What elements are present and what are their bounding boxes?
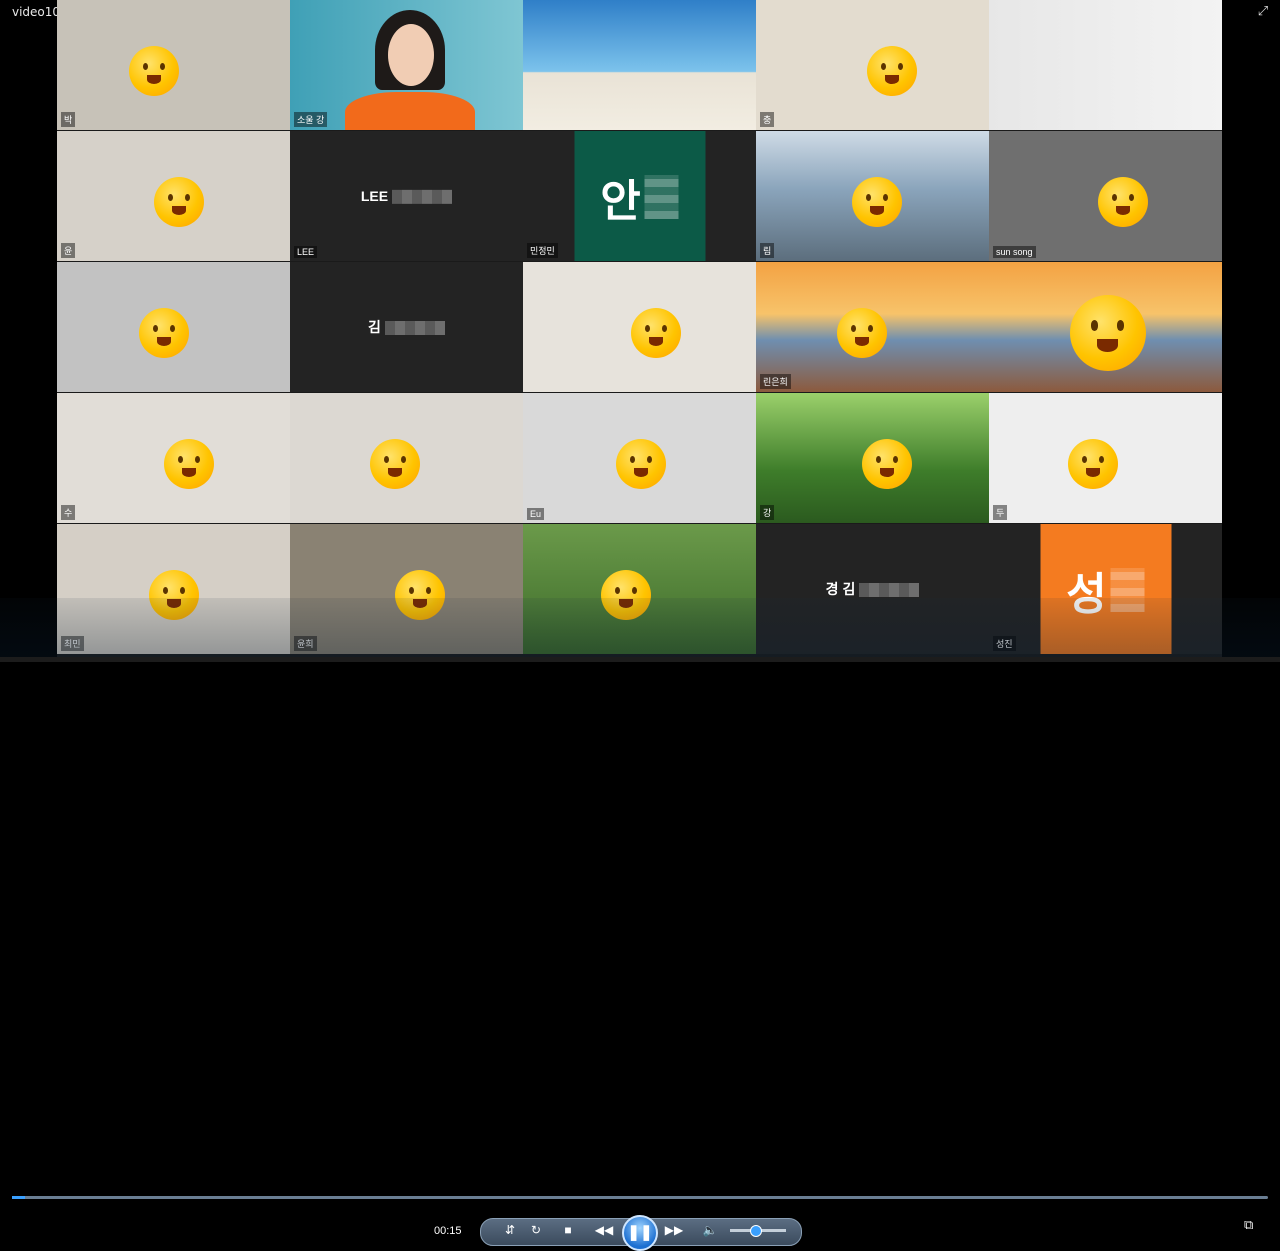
emoji-face-cover <box>153 176 204 227</box>
blurred-text <box>859 583 920 598</box>
participant-name-label: 강 <box>760 505 775 520</box>
emoji-face-cover <box>138 307 189 358</box>
emoji-eye <box>194 455 200 463</box>
participant-name-label: 림 <box>760 243 775 258</box>
emoji-eye <box>425 586 431 594</box>
participant-name-center: LEE <box>290 188 523 205</box>
shuffle-icon[interactable]: ⇵ <box>500 1220 520 1240</box>
participant-tile <box>290 393 523 523</box>
emoji-eye <box>661 324 667 332</box>
participant-tile: 소울 강 <box>290 0 523 130</box>
participant-avatar: 안 <box>574 131 705 261</box>
pause-button[interactable]: ❚❚ <box>622 1215 658 1251</box>
emoji-face-cover <box>128 45 179 96</box>
participant-tile: 두 <box>989 393 1222 523</box>
seek-bar[interactable] <box>12 1196 1268 1199</box>
emoji-eye <box>159 62 165 70</box>
participant-tile: 수 <box>57 393 290 523</box>
person-face <box>388 24 434 86</box>
blurred-text <box>384 321 445 336</box>
emoji-face-cover <box>861 438 912 489</box>
volume-icon[interactable]: 🔈 <box>700 1220 720 1240</box>
participant-name-center: 경 김 <box>756 579 989 599</box>
fast-forward-icon[interactable]: ▶▶ <box>662 1220 686 1240</box>
emoji-eye <box>892 455 898 463</box>
emoji-face-cover <box>1067 438 1118 489</box>
participant-name-label: 수 <box>61 505 76 520</box>
blurred-text <box>644 174 679 219</box>
taskbar-strip <box>0 657 1280 662</box>
participant-tile: 린은희 <box>756 262 989 392</box>
participant-name-label: 린은희 <box>760 374 791 389</box>
participant-tile: Eu <box>523 393 756 523</box>
emoji-eye <box>631 586 637 594</box>
participant-tile: 윤 <box>57 131 290 261</box>
participant-tile <box>57 262 290 392</box>
emoji-eye <box>184 193 190 201</box>
emoji-face-cover <box>630 307 681 358</box>
rewind-icon[interactable]: ◀◀ <box>592 1220 616 1240</box>
participant-name-label: 두 <box>993 505 1008 520</box>
emoji-eye <box>179 586 185 594</box>
participant-tile: 안민정민 <box>523 131 756 261</box>
participant-tile: 박 <box>57 0 290 130</box>
emoji-face-cover <box>851 176 902 227</box>
emoji-eye <box>897 62 903 70</box>
emoji-eye <box>169 324 175 332</box>
participant-name-label: LEE <box>294 246 318 258</box>
participant-name-center: 김 <box>290 317 523 337</box>
participant-tile <box>523 0 756 130</box>
participant-tile <box>989 0 1222 130</box>
participant-tile: 림 <box>756 131 989 261</box>
participant-name-label: Eu <box>527 508 545 520</box>
participant-tile: 김 <box>290 262 523 392</box>
participant-tile: 강 <box>756 393 989 523</box>
avatar-initial: 안 <box>600 176 641 226</box>
emoji-face-cover <box>866 45 917 96</box>
emoji-eye <box>867 324 873 332</box>
participant-name-label: 박 <box>61 112 76 127</box>
emoji-face-cover <box>163 438 214 489</box>
person-body <box>345 92 475 130</box>
emoji-face-cover <box>369 438 420 489</box>
participant-tile <box>523 262 756 392</box>
emoji-face-cover <box>1097 176 1148 227</box>
emoji-eye <box>646 455 652 463</box>
participant-name-label: 윤 <box>61 243 76 258</box>
participant-name-label: sun song <box>993 246 1036 258</box>
participant-name-label: 소울 강 <box>294 112 328 127</box>
participant-name-label: 충 <box>760 112 775 127</box>
emoji-face-cover <box>615 438 666 489</box>
emoji-eye <box>1116 320 1125 331</box>
current-time: 00:15 <box>434 1225 462 1237</box>
emoji-eye <box>1098 455 1104 463</box>
video-conference-grid: 박 소울 강충 윤 LEELEE안민정민림sun song김린은희수Eu강두최민… <box>57 0 1222 662</box>
emoji-eye <box>1128 193 1134 201</box>
fullscreen-icon[interactable]: ⤢ <box>1256 4 1270 18</box>
repeat-icon[interactable]: ↻ <box>526 1220 546 1240</box>
player-controls: 00:15 ⇵ ↻ ■ ◀◀ ❚❚ ▶▶ 🔈 ⧉ <box>0 598 1280 1251</box>
emoji-eye <box>400 455 406 463</box>
participant-tile <box>989 262 1222 392</box>
blurred-text <box>392 190 453 205</box>
participant-name-label: 민정민 <box>527 243 558 258</box>
stop-icon[interactable]: ■ <box>558 1220 578 1240</box>
emoji-face-cover <box>1069 294 1146 371</box>
video-player-window: video1072779352 ⤢ 박 소울 강충 윤 LEELEE안민정민림s… <box>0 0 1280 1251</box>
emoji-face-cover <box>836 307 887 358</box>
participant-tile: sun song <box>989 131 1222 261</box>
emoji-eye <box>882 193 888 201</box>
participant-tile: 충 <box>756 0 989 130</box>
seek-progress <box>12 1196 25 1199</box>
participant-tile: LEE LEE <box>290 131 523 261</box>
popout-icon[interactable]: ⧉ <box>1244 1217 1253 1233</box>
